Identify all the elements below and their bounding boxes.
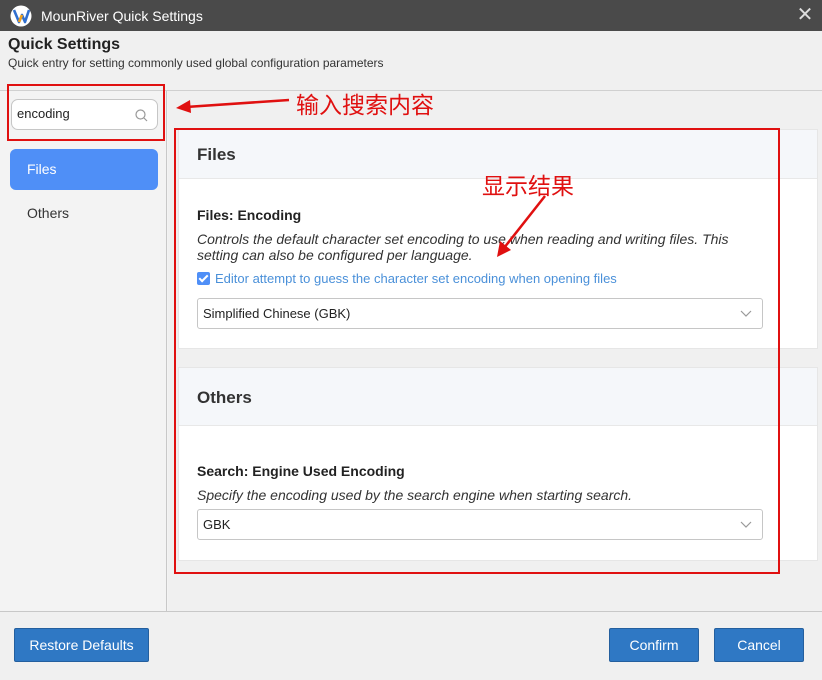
annotation-result-note: 显示结果 [482, 174, 574, 200]
search-box[interactable] [11, 99, 158, 130]
files-encoding-dropdown[interactable]: Simplified Chinese (GBK) [197, 298, 763, 329]
page-title: Quick Settings [8, 36, 121, 53]
confirm-button[interactable]: Confirm [609, 628, 699, 662]
chevron-down-icon [740, 310, 752, 317]
section-title-others: Others [179, 368, 817, 426]
mounriver-logo-icon [10, 5, 32, 26]
restore-defaults-button[interactable]: Restore Defaults [14, 628, 149, 662]
guess-encoding-checkbox[interactable] [197, 272, 210, 285]
files-encoding-value: Simplified Chinese (GBK) [203, 306, 351, 321]
search-encoding-value: GBK [203, 517, 231, 532]
sidebar-item-others[interactable]: Others [10, 193, 158, 234]
sidebar-item-files[interactable]: Files [10, 149, 158, 190]
setting-title-files-encoding: Files: Encoding [197, 207, 302, 223]
cancel-button[interactable]: Cancel [714, 628, 804, 662]
setting-description-files-encoding: Controls the default character set encod… [197, 231, 729, 263]
title-bar: MounRiver Quick Settings ✕ [0, 0, 822, 31]
search-encoding-dropdown[interactable]: GBK [197, 509, 763, 540]
files-section: Files Files: Encoding Controls the defau… [178, 129, 818, 349]
search-icon [135, 109, 148, 122]
sidebar: Files Others [0, 91, 167, 611]
window-title: MounRiver Quick Settings [41, 7, 203, 24]
page-subtitle: Quick entry for setting commonly used gl… [8, 56, 384, 70]
guess-encoding-label[interactable]: Editor attempt to guess the character se… [215, 271, 617, 286]
close-icon[interactable]: ✕ [794, 4, 816, 26]
chevron-down-icon [740, 521, 752, 528]
others-section: Others Search: Engine Used Encoding Spec… [178, 367, 818, 561]
setting-description-search-encoding: Specify the encoding used by the search … [197, 487, 633, 503]
annotation-search-note: 输入搜索内容 [296, 93, 434, 119]
setting-title-search-encoding: Search: Engine Used Encoding [197, 463, 405, 479]
dialog-footer: Restore Defaults Confirm Cancel [0, 611, 822, 680]
dialog-header: Quick Settings Quick entry for setting c… [0, 31, 822, 91]
search-input[interactable] [17, 106, 129, 121]
guess-encoding-checkbox-row[interactable]: Editor attempt to guess the character se… [197, 271, 617, 286]
